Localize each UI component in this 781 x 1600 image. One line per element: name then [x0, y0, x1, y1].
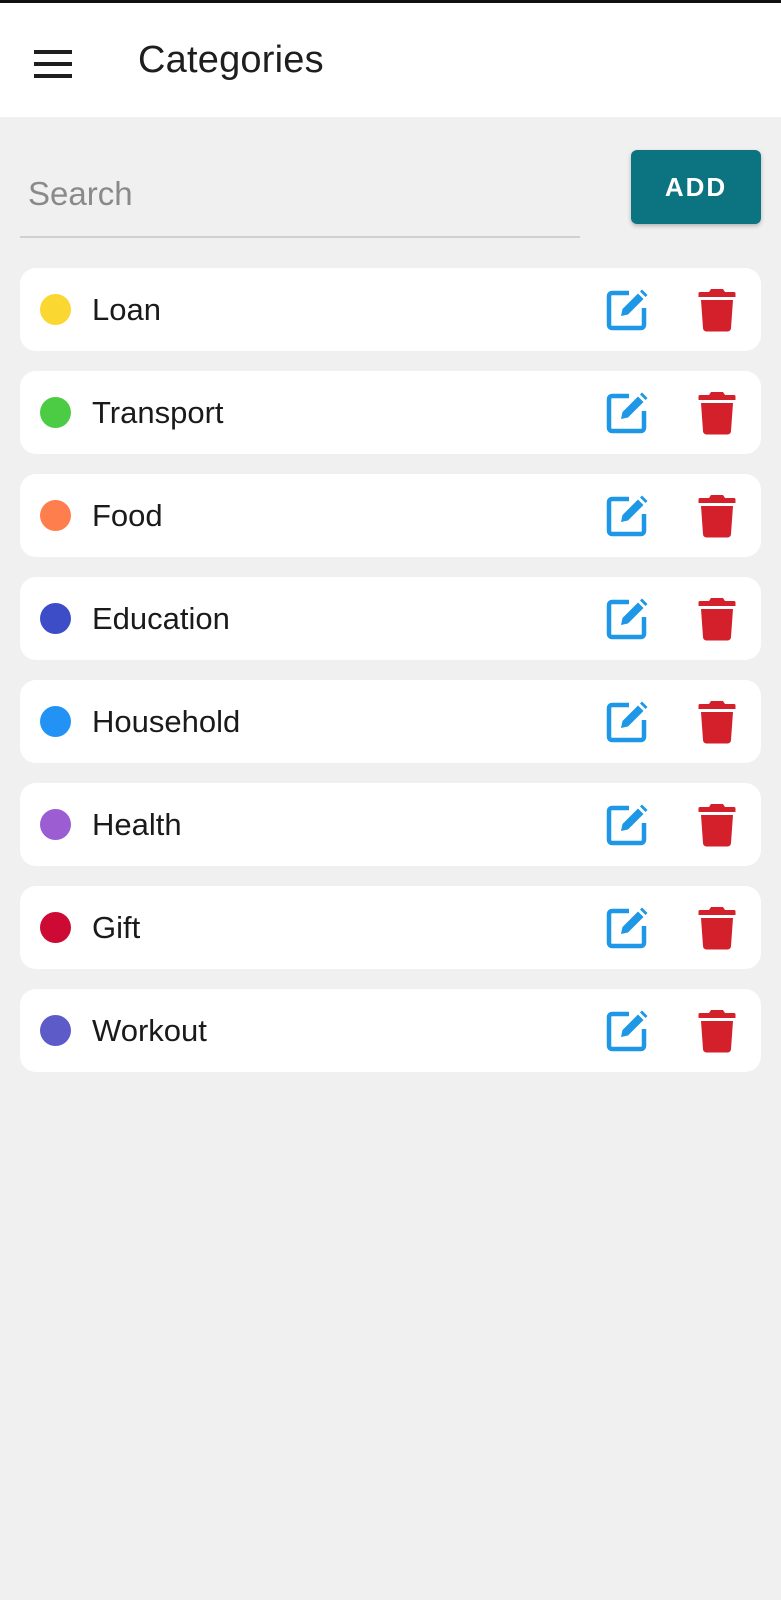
list-item-food[interactable]: Food — [20, 474, 761, 557]
edit-button[interactable] — [605, 391, 649, 435]
category-color-dot — [40, 809, 71, 840]
list-item-household[interactable]: Household — [20, 680, 761, 763]
edit-icon — [606, 701, 648, 743]
edit-icon — [606, 1010, 648, 1052]
delete-button[interactable] — [698, 391, 736, 435]
edit-icon — [606, 598, 648, 640]
edit-icon — [606, 392, 648, 434]
list-item-health[interactable]: Health — [20, 783, 761, 866]
category-label: Gift — [92, 910, 141, 945]
edit-button[interactable] — [605, 700, 649, 744]
category-color-dot — [40, 397, 71, 428]
category-label: Workout — [92, 1013, 207, 1048]
delete-button[interactable] — [698, 1009, 736, 1053]
category-color-dot — [40, 1015, 71, 1046]
category-color-dot — [40, 500, 71, 531]
category-color-dot — [40, 603, 71, 634]
edit-button[interactable] — [605, 288, 649, 332]
list-item-transport[interactable]: Transport — [20, 371, 761, 454]
category-list: Loan Transport Food Education Household … — [20, 268, 761, 1092]
delete-button[interactable] — [698, 494, 736, 538]
edit-icon — [606, 907, 648, 949]
category-label: Education — [92, 601, 230, 636]
edit-button[interactable] — [605, 803, 649, 847]
list-item-education[interactable]: Education — [20, 577, 761, 660]
category-color-dot — [40, 912, 71, 943]
edit-button[interactable] — [605, 1009, 649, 1053]
trash-icon — [698, 598, 736, 641]
list-item-workout[interactable]: Workout — [20, 989, 761, 1072]
list-item-gift[interactable]: Gift — [20, 886, 761, 969]
category-label: Health — [92, 807, 182, 842]
search-input[interactable] — [20, 162, 580, 226]
trash-icon — [698, 907, 736, 950]
page-title: Categories — [138, 39, 324, 81]
delete-button[interactable] — [698, 906, 736, 950]
delete-button[interactable] — [698, 700, 736, 744]
trash-icon — [698, 1010, 736, 1053]
category-label: Food — [92, 498, 163, 533]
edit-button[interactable] — [605, 906, 649, 950]
trash-icon — [698, 495, 736, 538]
delete-button[interactable] — [698, 597, 736, 641]
edit-button[interactable] — [605, 597, 649, 641]
trash-icon — [698, 289, 736, 332]
delete-button[interactable] — [698, 803, 736, 847]
category-label: Household — [92, 704, 241, 739]
add-button[interactable]: ADD — [631, 150, 761, 224]
category-color-dot — [40, 706, 71, 737]
category-label: Loan — [92, 292, 161, 327]
trash-icon — [698, 701, 736, 744]
delete-button[interactable] — [698, 288, 736, 332]
edit-icon — [606, 495, 648, 537]
edit-icon — [606, 289, 648, 331]
trash-icon — [698, 392, 736, 435]
search-field — [20, 150, 580, 238]
menu-button[interactable] — [28, 39, 78, 89]
trash-icon — [698, 804, 736, 847]
edit-button[interactable] — [605, 494, 649, 538]
category-color-dot — [40, 294, 71, 325]
app-bar: Categories — [0, 3, 781, 117]
category-label: Transport — [92, 395, 224, 430]
edit-icon — [606, 804, 648, 846]
list-item-loan[interactable]: Loan — [20, 268, 761, 351]
hamburger-menu-icon — [34, 50, 72, 78]
